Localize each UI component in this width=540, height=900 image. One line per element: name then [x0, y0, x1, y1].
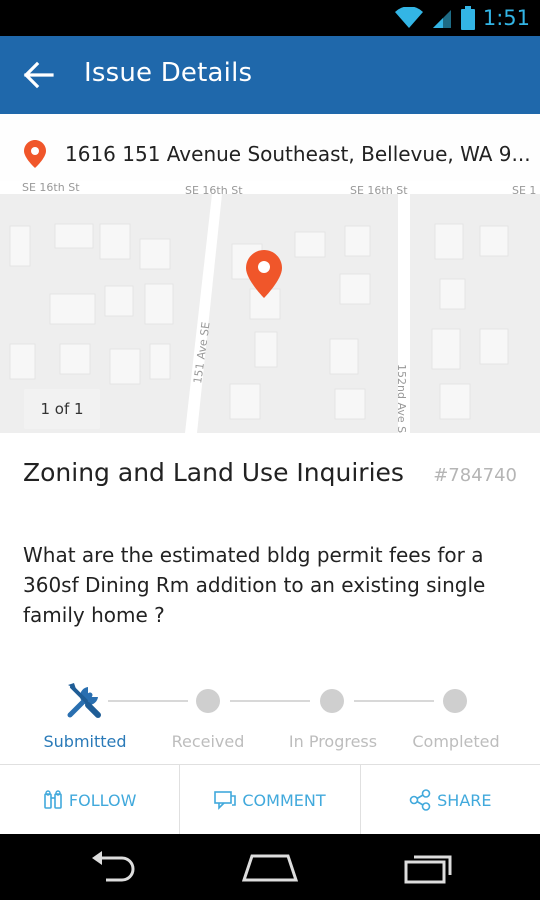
- nav-back-icon[interactable]: [88, 850, 138, 884]
- nav-home-icon[interactable]: [242, 850, 298, 884]
- follow-label: FOLLOW: [68, 790, 137, 810]
- comment-icon: [214, 791, 237, 810]
- street-label: SE 16th St: [350, 184, 408, 197]
- step-dot-received: [196, 689, 220, 713]
- progress-line: [108, 700, 188, 702]
- signal-icon: [432, 10, 451, 28]
- step-dot-completed: [443, 689, 467, 713]
- wrench-screwdriver-icon: [67, 683, 101, 718]
- back-arrow-icon[interactable]: [22, 59, 56, 91]
- share-icon: [409, 789, 431, 811]
- app-bar: Issue Details: [0, 36, 540, 114]
- system-nav-bar: [0, 834, 540, 900]
- progress-line: [354, 700, 434, 702]
- status-bar: 1:51: [0, 0, 540, 36]
- map-pin-icon[interactable]: [244, 248, 284, 300]
- issue-number: #784740: [433, 465, 517, 486]
- street-label: SE 16th St: [185, 184, 243, 197]
- share-label: SHARE: [437, 790, 492, 810]
- progress-line: [230, 700, 310, 702]
- street-label: SE 16th St: [22, 181, 80, 194]
- step-label-completed: Completed: [412, 732, 500, 751]
- photo-counter: 1 of 1: [24, 389, 100, 429]
- share-button[interactable]: SHARE: [361, 765, 540, 835]
- step-dot-in-progress: [320, 689, 344, 713]
- issue-title: Zoning and Land Use Inquiries: [23, 458, 404, 487]
- comment-button[interactable]: COMMENT: [180, 765, 361, 835]
- follow-button[interactable]: FOLLOW: [0, 765, 181, 835]
- step-label-received: Received: [171, 732, 245, 751]
- street-label: SE 1: [512, 184, 536, 197]
- location-pin-icon: [24, 140, 46, 168]
- wifi-icon: [394, 7, 423, 28]
- page-title: Issue Details: [84, 58, 253, 88]
- nav-recent-icon[interactable]: [402, 850, 454, 884]
- address-text: 1616 151 Avenue Southeast, Bellevue, WA …: [65, 142, 531, 166]
- follow-icon: [44, 790, 62, 809]
- status-time: 1:51: [482, 6, 530, 30]
- action-bar: FOLLOW COMMENT SHARE: [0, 764, 540, 835]
- step-label-in-progress: In Progress: [288, 732, 378, 751]
- battery-icon: [460, 6, 475, 30]
- step-label-submitted: Submitted: [43, 732, 127, 751]
- street-label: 151 Ave SE: [191, 321, 213, 384]
- street-label: 152nd Ave S: [395, 364, 408, 433]
- comment-label: COMMENT: [242, 790, 326, 810]
- issue-description: What are the estimated bldg permit fees …: [23, 543, 486, 627]
